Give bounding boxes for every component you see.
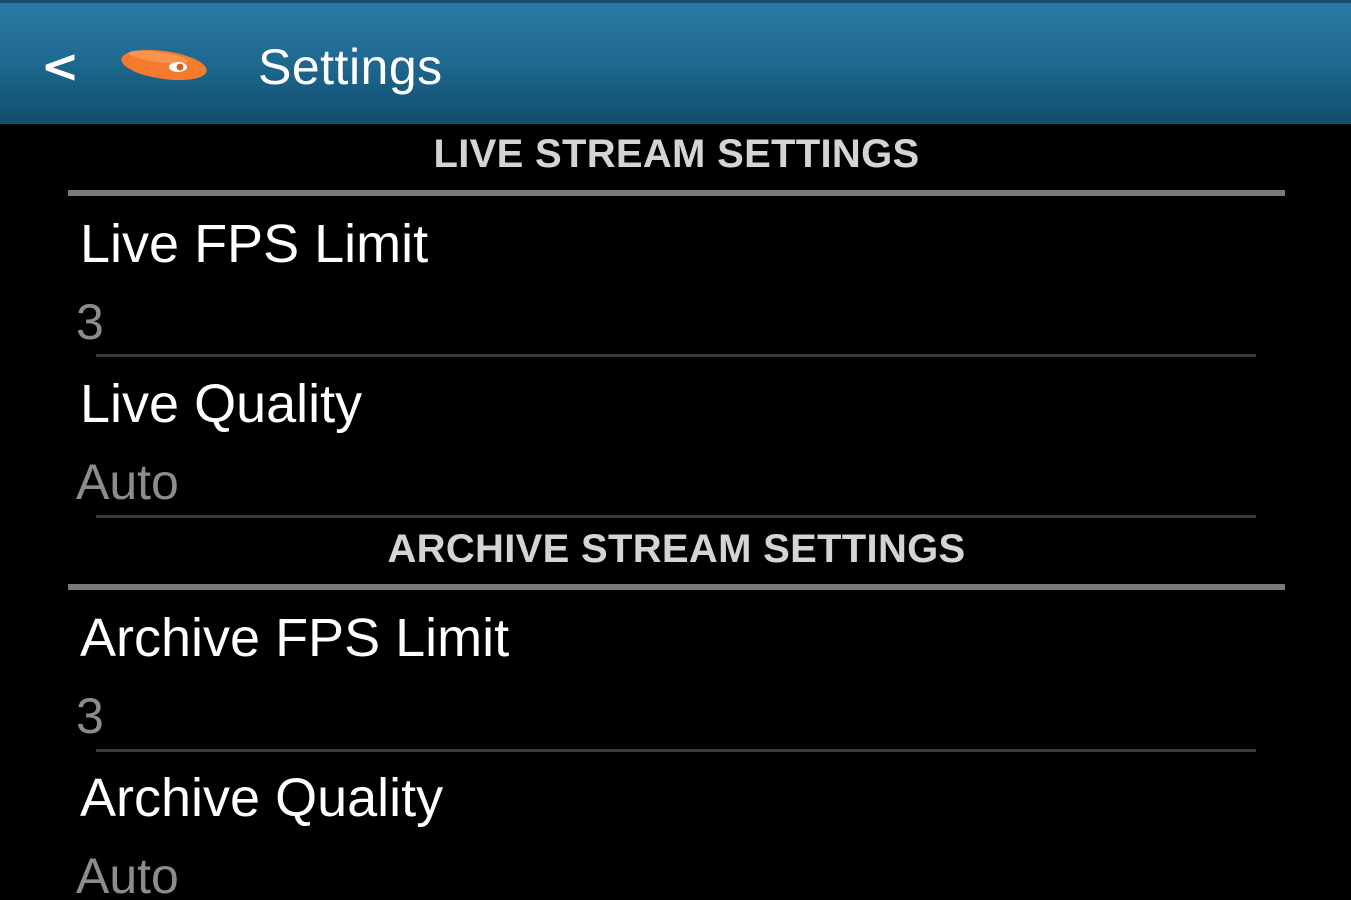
page-title: Settings: [258, 39, 443, 95]
pref-title: Live FPS Limit: [80, 214, 429, 274]
list-divider: [96, 515, 1256, 518]
pref-summary: 3: [76, 294, 104, 350]
section-header-archive-stream: ARCHIVE STREAM SETTINGS: [387, 527, 966, 571]
pref-archive-quality[interactable]: Archive Quality Auto: [0, 752, 1351, 900]
pref-title: Archive FPS Limit: [80, 608, 510, 668]
pref-summary: Auto: [76, 848, 179, 900]
pref-summary: Auto: [76, 454, 179, 510]
back-button[interactable]: <: [30, 31, 90, 101]
pref-summary: 3: [76, 688, 104, 744]
pref-title: Archive Quality: [80, 768, 444, 828]
section-divider: [68, 584, 1285, 590]
action-bar: < Settings: [0, 0, 1351, 124]
list-divider: [96, 354, 1256, 357]
section-header-live-stream: LIVE STREAM SETTINGS: [433, 132, 920, 176]
settings-screen: < Settings LIVE STREAM SETTINGS Live FPS…: [0, 0, 1351, 900]
pref-title: Live Quality: [80, 374, 363, 434]
pref-live-quality[interactable]: Live Quality Auto: [0, 358, 1351, 516]
app-logo-icon[interactable]: [118, 41, 210, 89]
back-arrow-icon: <: [40, 39, 80, 93]
section-divider: [68, 190, 1285, 196]
pref-live-fps-limit[interactable]: Live FPS Limit 3: [0, 200, 1351, 358]
pref-archive-fps-limit[interactable]: Archive FPS Limit 3: [0, 594, 1351, 752]
